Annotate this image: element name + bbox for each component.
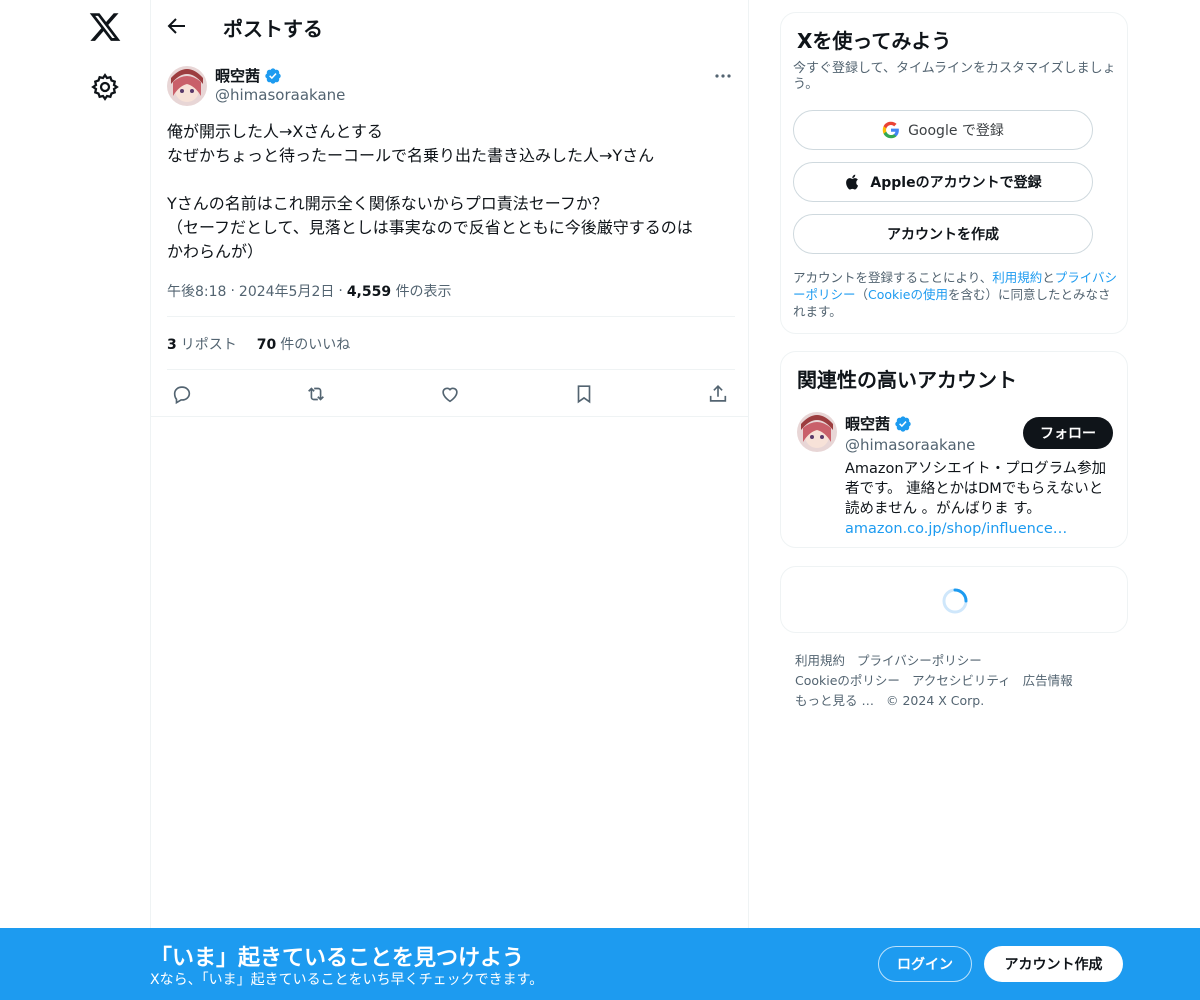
related-account-bio: Amazonアソシエイト・プログラム参加者です。 連絡とかはDMでもらえないと読… xyxy=(845,459,1115,539)
apple-signup-button[interactable]: Appleのアカウントで登録 xyxy=(793,162,1093,202)
gear-icon[interactable] xyxy=(90,72,120,102)
bio-text: Amazonアソシエイト・プログラム参加者です。 連絡とかはDMでもらえないと読… xyxy=(845,461,1107,517)
post-actions xyxy=(167,380,735,408)
arrow-left-icon[interactable] xyxy=(165,14,189,38)
create-account-button[interactable]: アカウントを作成 xyxy=(793,214,1093,254)
post-stats: 3 リポスト 70 件のいいね xyxy=(167,334,350,354)
divider xyxy=(167,369,735,370)
reposts-count: 3 xyxy=(167,337,177,353)
banner-subtitle: Xなら、「いま」起きていることをいち早くチェックできます。 xyxy=(150,972,544,988)
apple-icon xyxy=(846,174,859,190)
google-signup-label: Google で登録 xyxy=(908,123,1004,139)
repost-icon[interactable] xyxy=(302,380,330,408)
bio-link[interactable]: amazon.co.jp/shop/influence… xyxy=(845,521,1067,537)
views-count: 4,559 xyxy=(346,284,392,300)
legal-text-part: アカウントを登録することにより、 xyxy=(793,270,993,285)
divider xyxy=(167,316,735,317)
views-label: 件の表示 xyxy=(395,284,452,300)
legal-text: アカウントを登録することにより、利用規約とプライバシーポリシー（Cookieの使… xyxy=(793,269,1119,320)
verified-badge-icon xyxy=(265,67,281,84)
likes-count: 70 xyxy=(256,337,277,353)
author-handle[interactable]: @himasoraakane xyxy=(215,86,345,104)
login-button[interactable]: ログイン xyxy=(878,946,972,982)
verified-badge-icon xyxy=(895,415,911,432)
reply-icon[interactable] xyxy=(168,380,196,408)
main-column: ポストする 暇空茜 @himasoraakane 俺が開示した人→Xさんとする … xyxy=(150,0,749,1000)
likes-stat[interactable]: 70 件のいいね xyxy=(257,334,350,354)
signup-card: Xを使ってみよう 今すぐ登録して、タイムラインをカスタマイズしましょう。 Goo… xyxy=(780,12,1128,334)
signup-button[interactable]: アカウント作成 xyxy=(984,946,1123,982)
avatar[interactable] xyxy=(797,412,837,452)
apple-signup-label: Appleのアカウントで登録 xyxy=(870,175,1042,191)
loading-spinner-icon xyxy=(941,587,969,615)
more-icon[interactable] xyxy=(711,64,735,88)
bookmark-icon[interactable] xyxy=(570,380,598,408)
signup-banner: 「いま」起きていることを見つけよう Xなら、「いま」起きていることをいち早くチェ… xyxy=(0,928,1200,1000)
meta-separator: · xyxy=(230,283,235,299)
follow-button[interactable]: フォロー xyxy=(1023,417,1113,449)
google-signup-button[interactable]: Google で登録 xyxy=(793,110,1093,150)
post-text: 俺が開示した人→Xさんとする なぜかちょっと待ったーコールで名乗り出た書き込みし… xyxy=(167,122,693,261)
divider xyxy=(151,416,749,417)
signup-card-subtitle: 今すぐ登録して、タイムラインをカスタマイズしましょう。 xyxy=(793,61,1116,92)
terms-link[interactable]: 利用規約 xyxy=(992,270,1042,285)
related-accounts-card: 関連性の高いアカウント 暇空茜 @himasoraakane フォロー Amaz… xyxy=(780,351,1128,548)
post-meta: 午後8:18 · 2024年5月2日 · 4,559 件の表示 xyxy=(167,281,452,301)
share-icon[interactable] xyxy=(704,380,732,408)
avatar[interactable] xyxy=(167,66,207,106)
left-nav xyxy=(0,0,150,1000)
legal-text-part: （ xyxy=(855,287,869,302)
cookie-link[interactable]: Cookieの使用 xyxy=(868,287,948,302)
banner-title: 「いま」起きていることを見つけよう xyxy=(150,946,525,971)
related-card-title: 関連性の高いアカウント xyxy=(797,368,1017,392)
reposts-stat[interactable]: 3 リポスト xyxy=(167,334,237,354)
meta-separator: · xyxy=(338,283,343,299)
author-name[interactable]: 暇空茜 xyxy=(215,65,282,86)
x-logo-icon[interactable] xyxy=(88,10,122,44)
footer-accessibility-link[interactable]: アクセシビリティ xyxy=(912,673,1011,688)
footer-terms-link[interactable]: 利用規約 xyxy=(795,653,845,668)
loading-card xyxy=(780,566,1128,633)
post-time[interactable]: 午後8:18 xyxy=(167,281,226,301)
footer-privacy-link[interactable]: プライバシーポリシー xyxy=(857,653,982,668)
footer-copyright: © 2024 X Corp. xyxy=(885,693,985,708)
related-account-handle[interactable]: @himasoraakane xyxy=(845,436,975,454)
post-date[interactable]: 2024年5月2日 xyxy=(239,281,334,301)
likes-label: 件のいいね xyxy=(280,337,351,353)
reposts-label: リポスト xyxy=(180,337,237,353)
page-title: ポストする xyxy=(223,17,323,41)
related-account-name-text[interactable]: 暇空茜 xyxy=(845,413,890,434)
footer-ads-link[interactable]: 広告情報 xyxy=(1023,673,1073,688)
footer-links: 利用規約 プライバシーポリシー Cookieのポリシー アクセシビリティ 広告情報 も… xyxy=(795,651,1115,711)
signup-card-title: Xを使ってみよう xyxy=(797,29,952,53)
google-icon xyxy=(882,121,899,139)
page-header: ポストする xyxy=(151,0,749,53)
create-account-label: アカウントを作成 xyxy=(887,227,999,243)
author-name-text[interactable]: 暇空茜 xyxy=(215,65,260,86)
related-account-name[interactable]: 暇空茜 xyxy=(845,413,912,434)
footer-more-link[interactable]: もっと見る … xyxy=(795,693,874,708)
footer-cookie-link[interactable]: Cookieのポリシー xyxy=(795,673,900,688)
legal-text-part: と xyxy=(1042,270,1055,285)
like-icon[interactable] xyxy=(436,380,464,408)
